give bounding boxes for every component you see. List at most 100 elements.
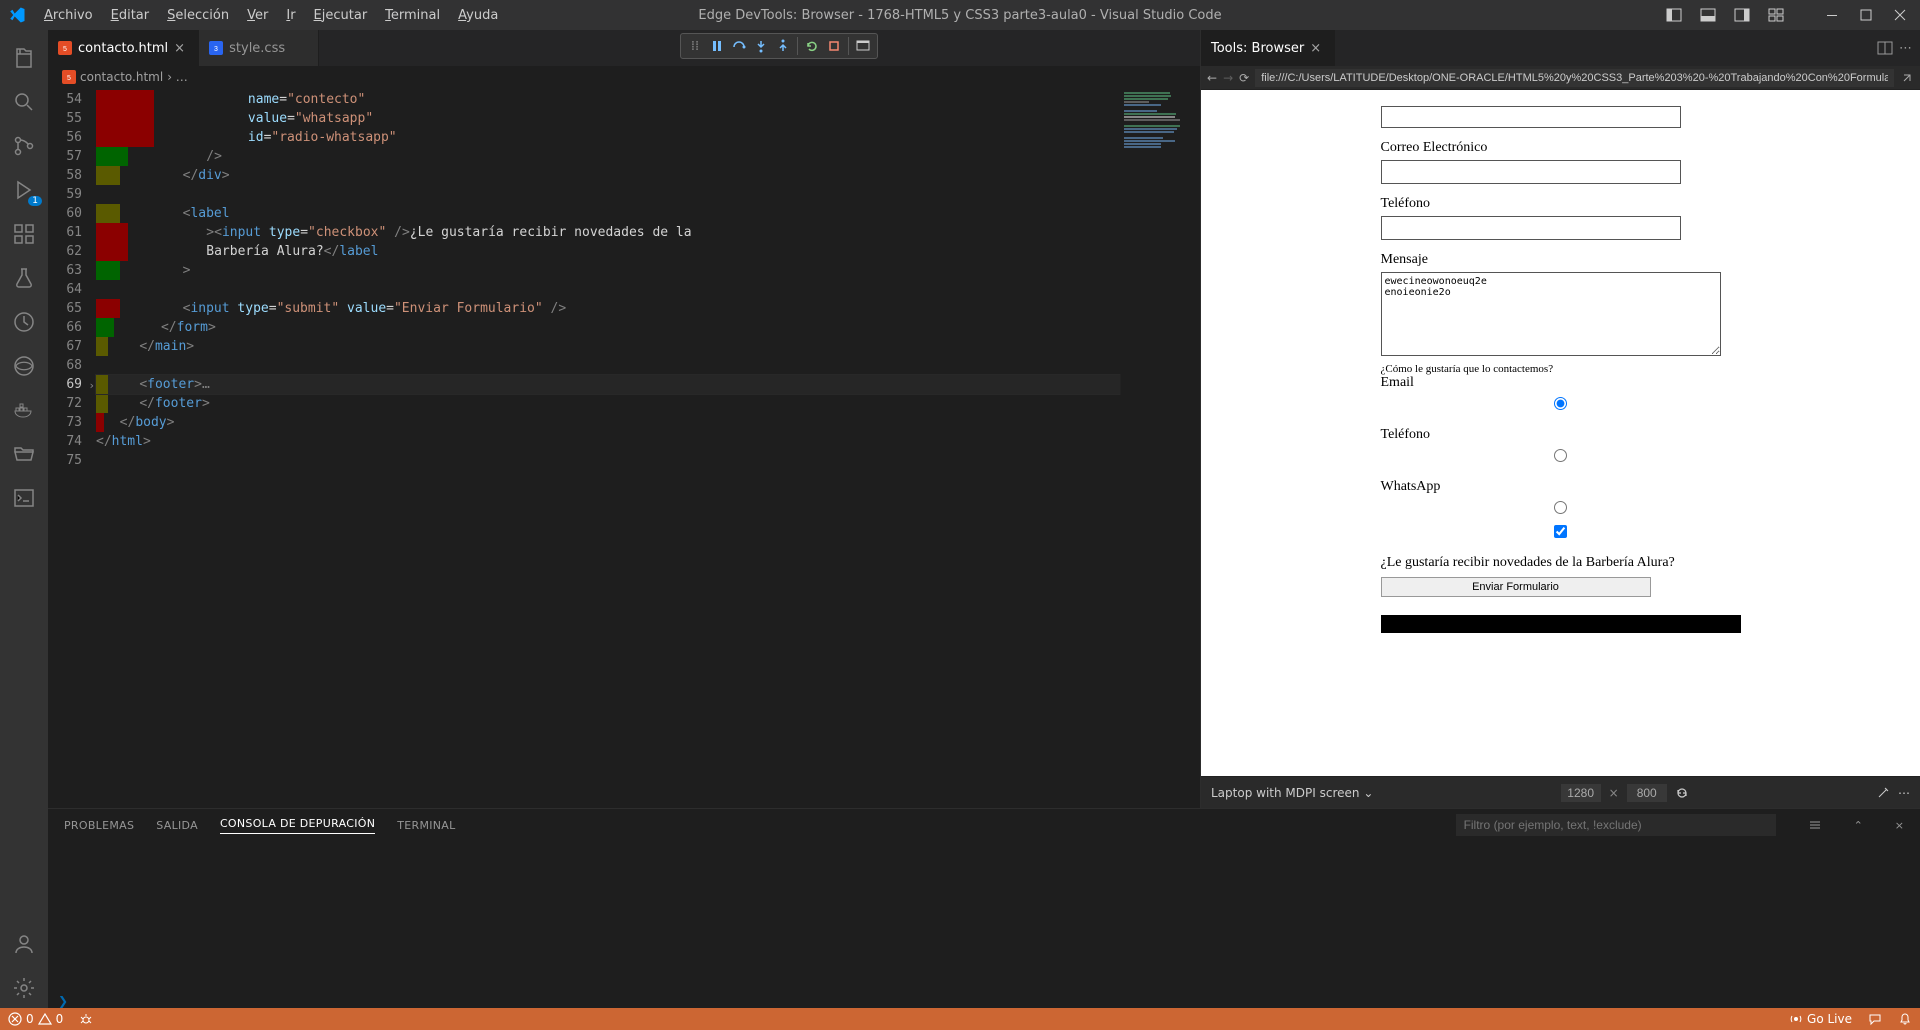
more-icon[interactable]: ⋯: [1899, 41, 1912, 56]
step-out-icon[interactable]: [773, 36, 793, 56]
menu-editar[interactable]: Editar: [103, 4, 158, 27]
panel-tab-salida[interactable]: SALIDA: [156, 819, 198, 832]
split-editor-icon[interactable]: [1877, 40, 1893, 56]
preview-input-email[interactable]: [1381, 160, 1681, 184]
timeline-icon[interactable]: [0, 302, 48, 342]
preview-input-tel[interactable]: [1381, 216, 1681, 240]
minimap[interactable]: [1120, 88, 1200, 808]
preview-radio-whatsapp[interactable]: [1554, 501, 1567, 514]
reload-icon[interactable]: ⟳: [1239, 71, 1249, 85]
bottom-panel: PROBLEMAS SALIDA CONSOLA DE DEPURACIÓN TERM…: [48, 808, 1920, 1008]
menu-selección[interactable]: Selección: [159, 4, 237, 27]
preview-textarea[interactable]: ewecineowonoeuq2e enoieonie2o: [1381, 272, 1721, 356]
testing-icon[interactable]: [0, 258, 48, 298]
settings-icon[interactable]: [0, 968, 48, 1008]
terminal-activity-icon[interactable]: [0, 478, 48, 518]
status-debug[interactable]: [71, 1012, 101, 1026]
preview-checkbox[interactable]: [1554, 525, 1567, 538]
drag-handle-icon[interactable]: ⁞⁞: [685, 36, 705, 56]
docker-icon[interactable]: [0, 390, 48, 430]
panel-bottom-icon[interactable]: [1696, 3, 1720, 27]
menu-ayuda[interactable]: Ayuda: [450, 4, 506, 27]
tab-contacto.html[interactable]: 5contacto.html×: [48, 30, 199, 66]
devtools-icon[interactable]: [853, 36, 873, 56]
close-icon[interactable]: ×: [1895, 819, 1904, 832]
fold-icon[interactable]: ›: [88, 376, 95, 395]
preview-radio-tel[interactable]: [1554, 449, 1567, 462]
url-input[interactable]: [1255, 69, 1894, 87]
edge-tools-icon[interactable]: [0, 346, 48, 386]
minimize-icon[interactable]: [1820, 3, 1844, 27]
device-toolbar: Laptop with MDPI screen ⌄ × ⋯: [1201, 776, 1920, 808]
breadcrumbs[interactable]: 5 contacto.html › …: [48, 66, 1200, 88]
devtools-panel: Tools: Browser × ⋯ ← → ⟳: [1200, 30, 1920, 808]
open-external-icon[interactable]: [1900, 71, 1914, 85]
close-icon[interactable]: ×: [174, 41, 188, 55]
stop-icon[interactable]: [824, 36, 844, 56]
menu-ver[interactable]: Ver: [239, 4, 276, 27]
devtools-tab[interactable]: Tools: Browser ×: [1201, 30, 1335, 66]
pause-icon[interactable]: [707, 36, 727, 56]
status-feedback-icon[interactable]: [1860, 1012, 1890, 1026]
status-errors[interactable]: 0 0: [0, 1012, 71, 1026]
panel-left-icon[interactable]: [1662, 3, 1686, 27]
menu-ir[interactable]: Ir: [278, 4, 303, 27]
status-bar: 0 0 Go Live: [0, 1008, 1920, 1030]
menu-ejecutar[interactable]: Ejecutar: [306, 4, 376, 27]
debug-toolbar[interactable]: ⁞⁞: [680, 33, 878, 59]
explorer-icon[interactable]: [0, 38, 48, 78]
chevron-down-icon: ⌄: [1363, 786, 1373, 800]
vscode-logo-icon: [8, 6, 26, 24]
folder-open-icon[interactable]: [0, 434, 48, 474]
wand-icon[interactable]: [1876, 786, 1890, 800]
close-icon[interactable]: [1888, 3, 1912, 27]
settings[interactable]: [1808, 818, 1822, 832]
menu-terminal[interactable]: Terminal: [377, 4, 448, 27]
code-editor[interactable]: 54555657585960616263646566676869›7273747…: [48, 88, 1200, 808]
panel-tab-consola-de-depuración[interactable]: CONSOLA DE DEPURACIÓN: [220, 817, 375, 834]
line-gutter: 54555657585960616263646566676869›7273747…: [48, 88, 96, 808]
preview-submit-button[interactable]: Enviar Formulario: [1381, 577, 1651, 597]
panel-tab-problemas[interactable]: PROBLEMAS: [64, 819, 134, 832]
layout-icon[interactable]: [1764, 3, 1788, 27]
run-debug-icon[interactable]: 1: [0, 170, 48, 210]
code-area[interactable]: name="contecto" value="whatsapp" id="rad…: [96, 88, 1120, 808]
debug-console-prompt[interactable]: ❯: [48, 994, 1920, 1008]
forward-icon[interactable]: →: [1223, 71, 1233, 85]
more-icon[interactable]: ⋯: [1898, 786, 1910, 800]
preview-question: ¿Cómo le gustaría que lo contactemos?: [1381, 363, 1741, 375]
preview-radio-email[interactable]: [1554, 397, 1567, 410]
tab-style.css[interactable]: 3style.css: [199, 30, 319, 66]
browser-preview[interactable]: Correo Electrónico Teléfono Mensaje ewec…: [1201, 90, 1920, 776]
breadcrumb-sep: › …: [167, 70, 188, 84]
html-file-icon: 5: [58, 41, 72, 55]
activity-bar: 1: [0, 30, 48, 1008]
close-dim-icon[interactable]: ×: [1609, 786, 1619, 800]
chevron-up-icon[interactable]: ⌃: [1854, 819, 1863, 832]
viewport-height-input[interactable]: [1627, 784, 1667, 802]
maximize-icon[interactable]: [1854, 3, 1878, 27]
panel-tab-terminal[interactable]: TERMINAL: [397, 819, 455, 832]
panel-right-icon[interactable]: [1730, 3, 1754, 27]
close-icon[interactable]: ×: [1310, 41, 1324, 55]
css-file-icon: 3: [209, 41, 223, 55]
step-into-icon[interactable]: [751, 36, 771, 56]
extensions-icon[interactable]: [0, 214, 48, 254]
status-bell-icon[interactable]: [1890, 1012, 1920, 1026]
step-over-icon[interactable]: [729, 36, 749, 56]
status-go-live[interactable]: Go Live: [1781, 1012, 1860, 1026]
rotate-icon[interactable]: [1675, 786, 1689, 800]
menu-archivo[interactable]: Archivo: [36, 4, 101, 27]
source-control-icon[interactable]: [0, 126, 48, 166]
restart-icon[interactable]: [802, 36, 822, 56]
preview-label: Correo Electrónico: [1381, 140, 1741, 156]
back-icon[interactable]: ←: [1207, 71, 1217, 85]
filter-input[interactable]: [1456, 814, 1776, 836]
viewport-width-input[interactable]: [1561, 784, 1601, 802]
search-icon[interactable]: [0, 82, 48, 122]
preview-label: Email: [1381, 375, 1741, 391]
svg-text:5: 5: [67, 75, 71, 82]
device-select[interactable]: Laptop with MDPI screen ⌄: [1211, 786, 1373, 800]
accounts-icon[interactable]: [0, 924, 48, 964]
editor-tabs: 5contacto.html×3style.css: [48, 30, 1200, 66]
